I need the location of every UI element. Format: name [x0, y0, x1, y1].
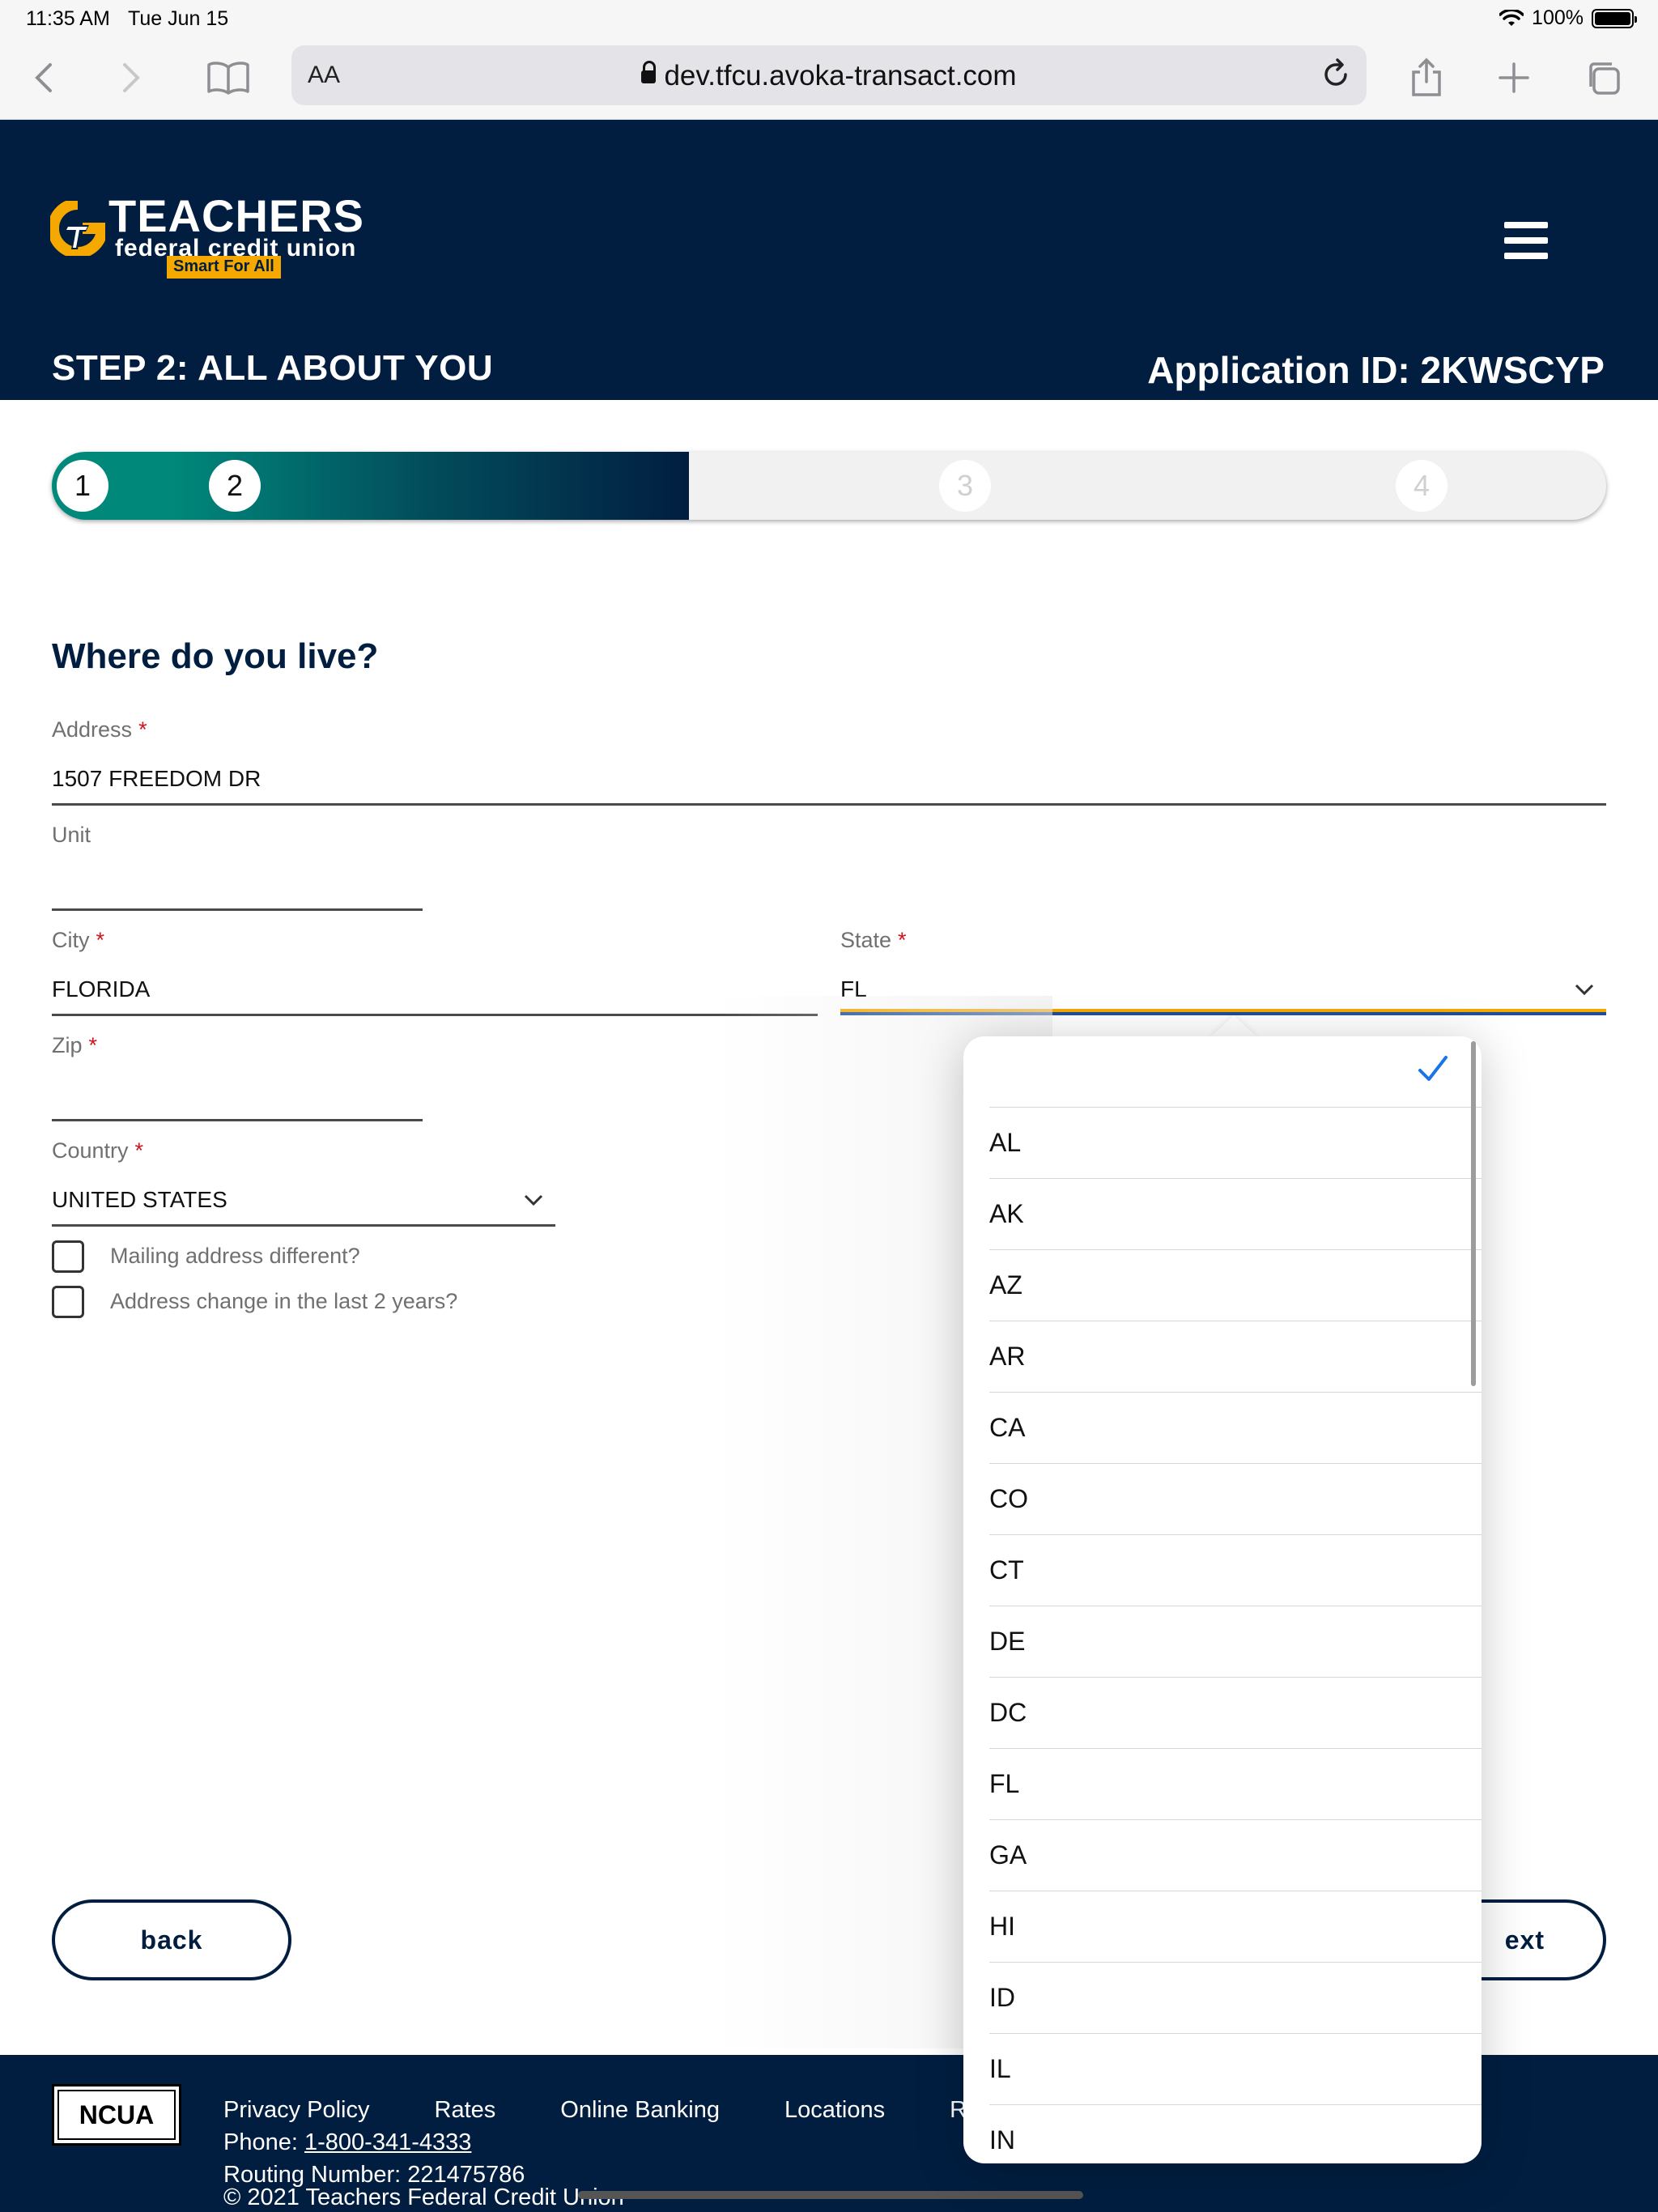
application-id: Application ID: 2KWSCYP: [1147, 349, 1605, 391]
picker-pointer: [1209, 1015, 1258, 1038]
picker-scrollbar[interactable]: [1471, 1041, 1476, 1386]
state-picker-dropdown[interactable]: AL AK AZ AR CA CO CT DE DC FL GA HI ID IL IN: [963, 1036, 1482, 2163]
progress-step-1: 1: [57, 460, 108, 512]
footer-link-privacy[interactable]: Privacy Policy: [223, 2097, 370, 2124]
footer-link-locations[interactable]: Locations: [784, 2097, 885, 2124]
progress-step-4: 4: [1396, 460, 1448, 512]
state-option-label: DE: [989, 1627, 1026, 1656]
state-option-label: GA: [989, 1840, 1027, 1870]
unit-input[interactable]: [52, 871, 423, 904]
state-option-label: IL: [989, 2054, 1011, 2083]
address-bar[interactable]: AA dev.tfcu.avoka-transact.com: [291, 45, 1367, 105]
menu-hamburger-icon[interactable]: [1504, 222, 1548, 259]
address-input[interactable]: 1507 FREEDOM DR: [52, 766, 261, 792]
state-option-label: CO: [989, 1484, 1028, 1513]
state-option-label: DC: [989, 1698, 1027, 1727]
battery-icon: [1592, 8, 1637, 28]
state-option[interactable]: FL: [989, 1749, 1482, 1820]
state-option[interactable]: AR: [989, 1321, 1482, 1393]
lock-icon: [641, 61, 657, 87]
mailing-address-checkbox[interactable]: [52, 1240, 84, 1273]
state-option[interactable]: IN: [989, 2105, 1482, 2163]
country-label: Country *: [52, 1138, 144, 1163]
phone-link[interactable]: 1-800-341-4333: [304, 2129, 471, 2155]
state-option[interactable]: [989, 1036, 1482, 1108]
bookmarks-icon[interactable]: [204, 53, 253, 102]
reload-icon[interactable]: [1318, 57, 1354, 92]
site-header: TEACHERS federal credit union Smart For …: [0, 120, 1658, 400]
state-option-label: CA: [989, 1413, 1026, 1442]
city-label: City *: [52, 928, 105, 952]
state-option[interactable]: HI: [989, 1891, 1482, 1963]
logo-tagline: Smart For All: [167, 256, 281, 279]
forward-chevron-icon[interactable]: [107, 53, 155, 102]
state-option[interactable]: AK: [989, 1179, 1482, 1250]
status-date: Tue Jun 15: [128, 7, 229, 30]
state-chevron-down-icon[interactable]: [1574, 983, 1595, 996]
state-option-label: ID: [989, 1983, 1015, 2012]
home-indicator: [578, 2191, 1083, 2199]
country-underline: [52, 1224, 555, 1227]
state-option-label: AZ: [989, 1270, 1022, 1300]
city-underline: [52, 1014, 818, 1016]
state-option-label: AR: [989, 1342, 1026, 1371]
tabs-overview-icon[interactable]: [1579, 53, 1627, 102]
progress-step-2: 2: [209, 460, 261, 512]
zip-label: Zip *: [52, 1033, 98, 1057]
state-option-label: AL: [989, 1128, 1022, 1157]
footer-links: Privacy Policy Rates Online Banking Loca…: [223, 2097, 992, 2124]
battery-percent: 100%: [1532, 6, 1584, 29]
footer-link-rates[interactable]: Rates: [435, 2097, 496, 2124]
country-select[interactable]: UNITED STATES: [52, 1187, 227, 1213]
address-underline: [52, 803, 1606, 806]
url-text: dev.tfcu.avoka-transact.com: [291, 60, 1367, 92]
state-option-label: AK: [989, 1199, 1024, 1228]
step-progress-bar: 1 2 3 4: [52, 452, 1606, 520]
state-option[interactable]: GA: [989, 1820, 1482, 1891]
state-option[interactable]: IL: [989, 2034, 1482, 2105]
state-option[interactable]: DE: [989, 1606, 1482, 1678]
state-option[interactable]: DC: [989, 1678, 1482, 1749]
state-option[interactable]: AZ: [989, 1250, 1482, 1321]
address-change-checkbox[interactable]: [52, 1286, 84, 1318]
logo-mark-icon: [50, 201, 105, 256]
footer-phone: Phone: 1-800-341-4333: [223, 2129, 472, 2155]
state-option-label: HI: [989, 1912, 1015, 1941]
unit-label: Unit: [52, 823, 91, 847]
share-icon[interactable]: [1402, 53, 1451, 102]
unit-underline: [52, 908, 423, 911]
state-label: State *: [840, 928, 907, 952]
status-bar: 11:35 AM Tue Jun 15 100%: [0, 0, 1658, 37]
checkmark-icon: [1418, 1056, 1448, 1081]
mailing-address-label: Mailing address different?: [110, 1244, 360, 1268]
address-change-label: Address change in the last 2 years?: [110, 1289, 458, 1313]
back-button[interactable]: back: [52, 1899, 291, 1980]
zip-underline: [52, 1119, 423, 1121]
state-option[interactable]: CO: [989, 1464, 1482, 1535]
new-tab-plus-icon[interactable]: [1490, 53, 1538, 102]
zip-input[interactable]: [52, 1082, 423, 1114]
state-option[interactable]: CT: [989, 1535, 1482, 1606]
state-option-label: CT: [989, 1555, 1024, 1585]
browser-toolbar: AA dev.tfcu.avoka-transact.com: [0, 37, 1658, 120]
back-chevron-icon[interactable]: [19, 53, 68, 102]
country-chevron-down-icon[interactable]: [523, 1193, 544, 1206]
ncua-badge: NCUA: [52, 2084, 181, 2146]
state-option-label: FL: [989, 1769, 1020, 1798]
status-right: 100%: [1499, 6, 1637, 30]
state-option[interactable]: AL: [989, 1108, 1482, 1179]
footer-copyright: © 2021 Teachers Federal Credit Union: [223, 2184, 624, 2210]
state-option[interactable]: ID: [989, 1963, 1482, 2034]
status-time: 11:35 AM: [26, 7, 110, 30]
section-title: Where do you live?: [52, 636, 379, 676]
city-input[interactable]: FLORIDA: [52, 976, 150, 1002]
address-label: Address *: [52, 717, 147, 742]
state-option-label: IN: [989, 2125, 1015, 2155]
wifi-icon: [1499, 9, 1524, 26]
progress-step-3: 3: [939, 460, 991, 512]
progress-fill: [52, 452, 690, 520]
step-title: STEP 2: ALL ABOUT YOU: [52, 348, 494, 388]
footer-link-online-banking[interactable]: Online Banking: [560, 2097, 720, 2124]
state-option[interactable]: CA: [989, 1393, 1482, 1464]
